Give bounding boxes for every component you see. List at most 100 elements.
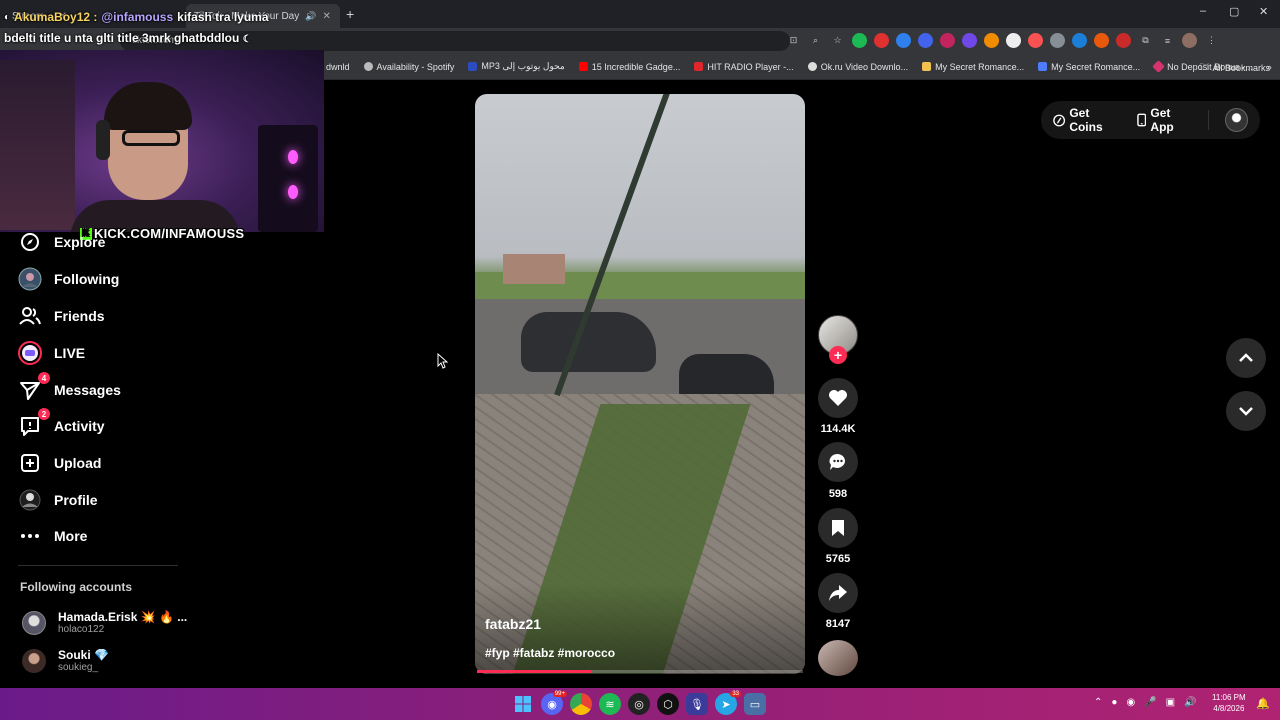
bookmark-item[interactable]: 15 Incredible Gadge...	[578, 62, 680, 72]
sidebar-item-messages[interactable]: 4 Messages	[18, 372, 121, 402]
bookmark-item[interactable]: MP3 محول يوتوب إلى	[468, 61, 565, 72]
previous-video-button[interactable]	[1226, 338, 1266, 378]
account-name: Hamada.Erisk 💥 🔥 ...	[58, 610, 188, 624]
video-hashtags[interactable]: #fyp #fatabz #morocco	[485, 646, 615, 660]
extension-icon[interactable]	[1006, 33, 1021, 48]
webcam-shelf	[0, 60, 75, 230]
install-app-icon[interactable]: ⊡	[786, 33, 801, 48]
get-coins-button[interactable]: Get Coins	[1053, 106, 1123, 134]
like-button[interactable]	[818, 378, 858, 418]
chrome-icon[interactable]	[570, 693, 592, 715]
next-video-button[interactable]	[1226, 391, 1266, 431]
microphone-icon[interactable]: 🎤	[1144, 697, 1156, 708]
taskbar-clock[interactable]: 11:06 PM 4/8/2026	[1212, 692, 1246, 714]
next-video-avatar[interactable]	[818, 640, 858, 676]
all-bookmarks-button[interactable]: 🗀 All Bookmarks	[1199, 60, 1270, 76]
video-progress-bar[interactable]	[477, 670, 803, 673]
mouse-cursor-icon	[437, 353, 448, 369]
comment-bubble-icon	[829, 453, 846, 470]
taskbar-apps: ◉ 99+ ≋ ◎ ⬡ 🎙 ➤ 33 ▭	[512, 691, 766, 715]
close-window-button[interactable]: ✕	[1259, 5, 1268, 18]
sidebar-item-live[interactable]: LIVE	[18, 341, 85, 365]
minimize-button[interactable]: –	[1200, 5, 1206, 17]
spotify-icon[interactable]: ≋	[599, 693, 621, 715]
comment-count: 598	[828, 488, 848, 500]
discord-icon[interactable]: ◉ 99+	[541, 691, 567, 715]
share-button[interactable]	[818, 573, 858, 613]
telegram-icon[interactable]: ➤ 33	[715, 691, 741, 715]
browser-menu-icon[interactable]: ⋮	[1204, 33, 1219, 48]
app-window-icon[interactable]: ▭	[744, 693, 766, 715]
extension-icon[interactable]	[1050, 33, 1065, 48]
video-player[interactable]	[475, 94, 805, 674]
following-account-item[interactable]: Hamada.Erisk 💥 🔥 ... holaco122	[22, 610, 187, 635]
extension-icon[interactable]	[852, 33, 867, 48]
activity-icon: 2	[18, 408, 50, 438]
obs-icon[interactable]: ◎	[628, 693, 650, 715]
sidebar-item-activity[interactable]: 2 Activity	[18, 408, 105, 438]
screen: Stream... ✕ TikTok - Make Your Day 🔊 ✕ +…	[0, 0, 1280, 720]
comment-button[interactable]	[818, 442, 858, 482]
extension-icon[interactable]	[1094, 33, 1109, 48]
bookmark-star-icon[interactable]: ☆	[830, 33, 845, 48]
new-tab-button[interactable]: +	[346, 6, 354, 22]
bookmark-item[interactable]: My Secret Romance...	[1038, 62, 1140, 72]
extension-icon[interactable]	[874, 33, 889, 48]
follow-plus-button[interactable]: +	[829, 346, 847, 364]
sidebar-item-following[interactable]: Following	[18, 267, 119, 291]
chat-message-continued: bdelti title u nta glti title 3mrk ghatb…	[4, 31, 252, 45]
tab-audio-icon[interactable]: 🔊	[305, 11, 316, 22]
extension-icon[interactable]	[984, 33, 999, 48]
extension-icon[interactable]	[962, 33, 977, 48]
tray-overflow-icon[interactable]: ⌃	[1094, 697, 1102, 708]
sidebar-item-explore[interactable]: Explore	[18, 230, 105, 254]
following-account-item[interactable]: Souki 💎 soukieg_	[22, 648, 109, 673]
extension-icon[interactable]	[940, 33, 955, 48]
sidebar-item-more[interactable]: More	[18, 524, 87, 548]
folder-icon: 🗀	[1199, 62, 1209, 72]
save-button[interactable]	[818, 508, 858, 548]
sidebar-item-upload[interactable]: Upload	[18, 451, 101, 475]
tab-close-icon[interactable]: ✕	[322, 11, 330, 22]
extension-icon[interactable]	[1116, 33, 1131, 48]
chat-message: ◐ AkumaBoy12 : @infamouss kifash tra lyu…	[4, 10, 269, 24]
app-icon[interactable]: 🎙	[686, 693, 708, 715]
maximize-button[interactable]: ▢	[1229, 5, 1239, 18]
bookmark-item[interactable]: My Secret Romance...	[922, 62, 1024, 72]
zoom-icon[interactable]: ⌕	[808, 33, 823, 48]
upload-plus-icon	[18, 451, 42, 475]
profile-avatar[interactable]	[1182, 33, 1197, 48]
chevron-down-icon	[1239, 407, 1253, 416]
app-icon[interactable]: ⬡	[657, 693, 679, 715]
messages-badge: 4	[38, 372, 50, 384]
tray-app-icon[interactable]: ●	[1111, 697, 1117, 708]
volume-icon[interactable]: 🔊	[1184, 697, 1196, 708]
sidebar-item-friends[interactable]: Friends	[18, 304, 105, 328]
extensions-puzzle-icon[interactable]: ⧉	[1138, 33, 1153, 48]
chat-mention: @infamouss	[101, 10, 174, 24]
windows-start-icon[interactable]	[512, 693, 534, 715]
like-count: 114.4K	[820, 423, 856, 435]
get-app-button[interactable]: Get App	[1137, 106, 1194, 134]
bookmark-item[interactable]: HIT RADIO Player -...	[694, 62, 794, 72]
tray-discord-icon[interactable]: ◉	[1126, 697, 1135, 708]
youtube-icon	[578, 62, 588, 71]
user-avatar[interactable]	[1225, 108, 1248, 132]
clock-time: 11:06 PM	[1212, 693, 1246, 702]
more-dots-icon	[18, 524, 42, 548]
extension-icon[interactable]	[1072, 33, 1087, 48]
webcam-headset	[96, 120, 110, 160]
sidebar-item-profile[interactable]: Profile	[18, 488, 98, 512]
video-author-name[interactable]: fatabz21	[485, 616, 541, 632]
extension-icon[interactable]	[896, 33, 911, 48]
chat-badge-icon: ◐	[4, 11, 11, 23]
notification-bell-icon[interactable]: 🔔	[1256, 697, 1270, 710]
bookmark-item[interactable]: Ok.ru Video Downlo...	[807, 62, 908, 72]
webcam-pc-tower	[258, 125, 318, 232]
bookmark-item[interactable]: Availability - Spotify	[363, 62, 454, 72]
extension-icon[interactable]	[1028, 33, 1043, 48]
extension-icon[interactable]	[918, 33, 933, 48]
media-controls-icon[interactable]: ≡	[1160, 33, 1175, 48]
bookmark-item[interactable]: dwnld	[326, 62, 350, 72]
network-icon[interactable]: ▣	[1166, 697, 1175, 708]
